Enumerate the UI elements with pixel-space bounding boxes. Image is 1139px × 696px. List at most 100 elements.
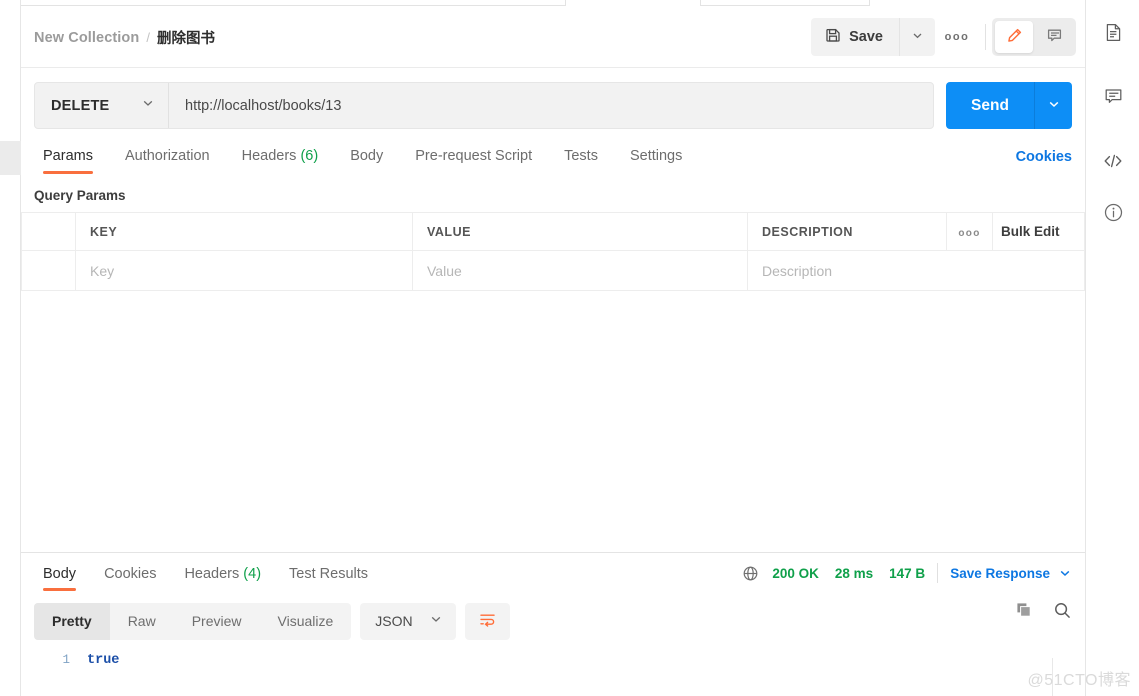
send-button[interactable]: Send: [946, 82, 1034, 129]
row-description-cell[interactable]: Description: [747, 250, 1085, 291]
response-tab-body[interactable]: Body: [34, 566, 90, 591]
column-header-description: DESCRIPTION: [762, 224, 853, 239]
save-response-chevron-down-icon[interactable]: [1058, 566, 1072, 580]
column-header-key: KEY: [90, 224, 118, 239]
table-header-row: KEY VALUE DESCRIPTION ooo Bulk Edit: [21, 212, 1085, 251]
cookies-link[interactable]: Cookies: [1016, 149, 1072, 165]
info-icon: [1103, 202, 1124, 228]
tab-params-label: Params: [43, 148, 93, 164]
response-toolbar: Pretty Raw Preview Visualize JSON: [21, 591, 1085, 643]
response-tab-test-results[interactable]: Test Results: [275, 566, 382, 591]
tab-tests-label: Tests: [564, 148, 598, 164]
response-format-select[interactable]: JSON: [360, 602, 456, 640]
table-row: Key Value Description: [21, 250, 1085, 291]
response-tools-right: [1015, 601, 1072, 620]
row-checkbox-cell[interactable]: [21, 250, 76, 291]
edit-mode-button[interactable]: [995, 21, 1033, 53]
more-actions-button[interactable]: ooo: [935, 18, 979, 56]
response-tab-headers-count: (4): [243, 566, 262, 582]
response-tab-headers-label: Headers: [184, 566, 240, 582]
breadcrumb: New Collection / 删除图书: [34, 27, 215, 48]
chevron-down-icon: [1047, 97, 1061, 114]
request-url-row: DELETE Send: [21, 68, 1085, 140]
word-wrap-button[interactable]: [464, 602, 510, 640]
response-pane: Body Cookies Headers (4) Test Results 20…: [21, 552, 1085, 696]
response-tab-headers[interactable]: Headers (4): [170, 566, 275, 591]
save-button-label: Save: [849, 29, 883, 45]
url-input[interactable]: [169, 83, 933, 128]
param-key-input[interactable]: Key: [76, 263, 412, 279]
floppy-disk-icon: [825, 27, 841, 47]
info-button[interactable]: [1086, 192, 1139, 238]
row-key-cell[interactable]: Key: [75, 250, 413, 291]
tab-pre-request-script[interactable]: Pre-request Script: [399, 148, 548, 174]
breadcrumb-request-name[interactable]: 删除图书: [157, 27, 215, 48]
response-body: 1 true: [21, 643, 1085, 671]
response-tab-cookies-label: Cookies: [104, 566, 157, 582]
request-header-row: New Collection / 删除图书 Save ooo: [21, 6, 1085, 68]
comment-icon: [1103, 86, 1124, 112]
response-tab-test-results-label: Test Results: [289, 566, 369, 582]
line-content: true: [87, 652, 120, 668]
header-bulk-edit-cell: Bulk Edit: [992, 212, 1085, 251]
view-mode-pretty[interactable]: Pretty: [34, 602, 110, 640]
tab-authorization[interactable]: Authorization: [109, 148, 226, 174]
tab-headers[interactable]: Headers (6): [226, 148, 335, 174]
save-options-button[interactable]: [899, 18, 935, 56]
copy-icon[interactable]: [1015, 601, 1034, 620]
watermark-divider: [1052, 658, 1053, 696]
left-sidebar-rail: [0, 0, 21, 696]
response-tabs: Body Cookies Headers (4) Test Results 20…: [21, 553, 1085, 591]
breadcrumb-collection[interactable]: New Collection: [34, 30, 139, 46]
document-icon: [1103, 22, 1124, 48]
bulk-edit-button[interactable]: Bulk Edit: [993, 224, 1084, 239]
request-tabs: Params Authorization Headers (6) Body Pr…: [21, 140, 1085, 174]
row-value-cell[interactable]: Value: [412, 250, 748, 291]
comment-icon: [1046, 27, 1063, 47]
view-mode-visualize[interactable]: Visualize: [260, 603, 352, 640]
header-menu-cell: ooo: [946, 212, 993, 251]
response-view-modes: Pretty Raw Preview Visualize: [34, 602, 352, 640]
response-time: 28 ms: [834, 565, 874, 581]
tab-body-label: Body: [350, 148, 384, 164]
tab-authorization-label: Authorization: [124, 148, 210, 164]
view-toggle-group: [992, 18, 1076, 56]
view-mode-preview[interactable]: Preview: [174, 603, 260, 640]
chevron-down-icon: [141, 96, 155, 115]
param-description-input[interactable]: Description: [748, 263, 1084, 279]
http-method-label: DELETE: [51, 97, 110, 114]
status-code: 200 OK: [772, 565, 819, 581]
save-button[interactable]: Save: [811, 18, 899, 56]
tab-body[interactable]: Body: [334, 148, 399, 174]
save-response-button[interactable]: Save Response: [950, 566, 1050, 581]
header-divider: [985, 24, 986, 50]
response-tab-cookies[interactable]: Cookies: [90, 566, 170, 591]
params-options-icon[interactable]: ooo: [958, 228, 980, 239]
http-method-select[interactable]: DELETE: [35, 83, 169, 128]
comments-button[interactable]: [1086, 76, 1139, 122]
code-icon: [1102, 150, 1124, 177]
line-number: 1: [62, 653, 70, 667]
code-snippet-button[interactable]: [1086, 140, 1139, 186]
word-wrap-icon: [478, 610, 497, 632]
search-icon[interactable]: [1053, 601, 1072, 620]
header-value-cell: VALUE: [412, 212, 748, 251]
sidebar-active-indicator: [0, 141, 21, 175]
tab-settings[interactable]: Settings: [614, 148, 698, 174]
tab-tests[interactable]: Tests: [548, 148, 614, 174]
param-value-input[interactable]: Value: [413, 263, 747, 279]
view-mode-raw[interactable]: Raw: [110, 603, 174, 640]
chevron-down-icon: [429, 612, 443, 631]
globe-icon[interactable]: [742, 565, 759, 582]
status-divider: [937, 563, 939, 583]
send-options-button[interactable]: [1034, 82, 1072, 129]
header-checkbox-cell: [21, 212, 76, 251]
tab-pre-request-script-label: Pre-request Script: [415, 148, 533, 164]
send-button-group: Send: [946, 82, 1072, 129]
comment-mode-button[interactable]: [1035, 21, 1073, 53]
column-header-value: VALUE: [427, 224, 471, 239]
header-key-cell: KEY: [75, 212, 413, 251]
documentation-button[interactable]: [1086, 12, 1139, 58]
save-button-group: Save: [811, 18, 935, 56]
tab-params[interactable]: Params: [34, 148, 109, 174]
